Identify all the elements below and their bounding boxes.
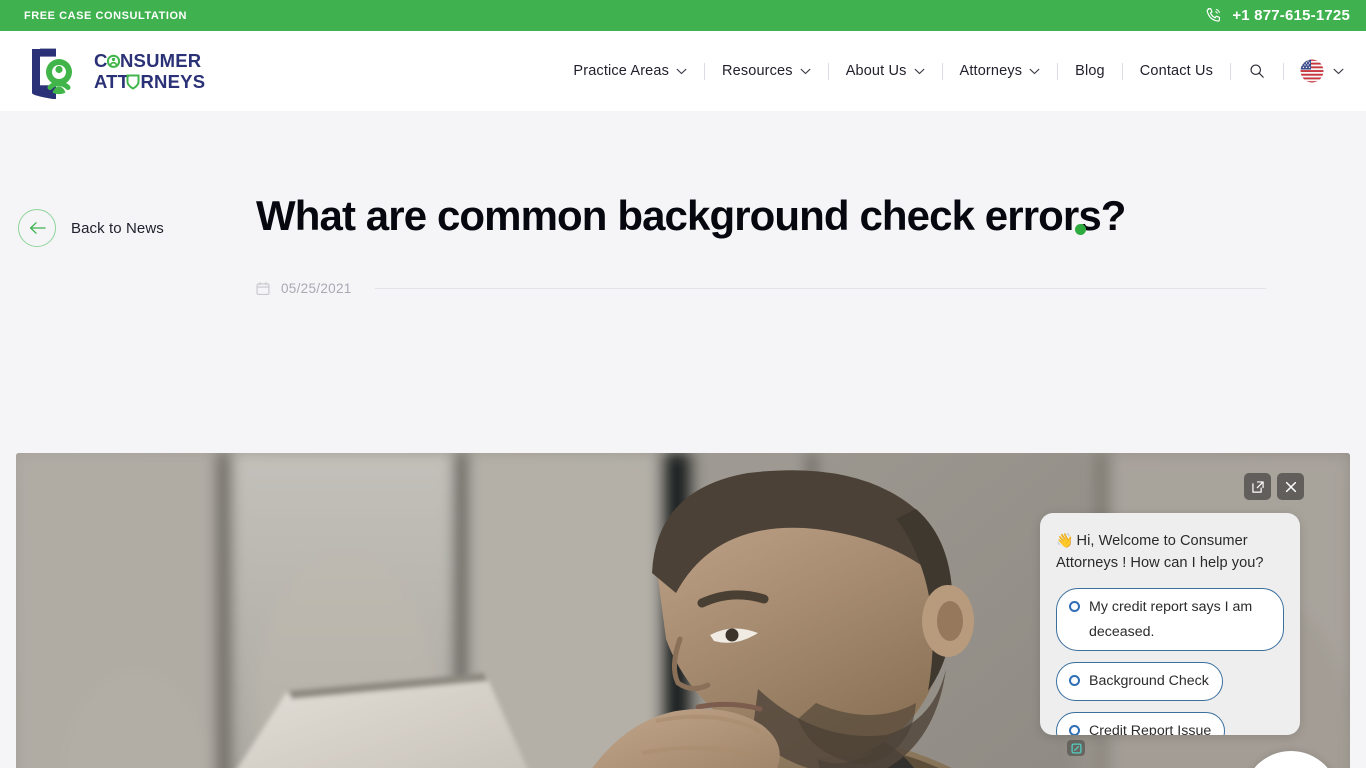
nav-item-about-us[interactable]: About Us [829, 63, 942, 79]
page-content: Back to News What are common background … [0, 111, 1366, 768]
chat-option-label: Background Check [1089, 673, 1209, 690]
chat-quick-replies: My credit report says I am deceased. Bac… [1056, 588, 1284, 735]
chevron-down-icon [800, 68, 811, 74]
chat-action-buttons [1244, 473, 1304, 500]
phone-number: +1 877-615-1725 [1232, 7, 1350, 24]
nav-item-resources[interactable]: Resources [705, 63, 828, 79]
radio-icon [1069, 724, 1080, 735]
chat-widget-panel: 👋 Hi, Welcome to Consumer Attorneys ! How… [1040, 513, 1300, 735]
chat-option-credit-report-issue[interactable]: Credit Report Issue [1056, 711, 1226, 735]
chat-option-label: My credit report says I am deceased. [1089, 599, 1253, 640]
svg-text:C: C [94, 50, 108, 71]
language-selector[interactable] [1284, 59, 1348, 83]
phone-link[interactable]: +1 877-615-1725 [1204, 6, 1350, 25]
calendar-icon [256, 282, 270, 296]
article-meta: 05/25/2021 [256, 281, 1266, 296]
nav-item-contact-us[interactable]: Contact Us [1123, 63, 1230, 79]
chevron-down-icon [676, 68, 687, 74]
resize-icon [1070, 742, 1082, 754]
us-flag-icon [1300, 59, 1324, 83]
close-icon [1285, 481, 1296, 492]
search-icon [1250, 64, 1264, 78]
logo-link[interactable]: C NSUMER ATT RNEYS [26, 43, 224, 99]
back-to-news-label: Back to News [71, 219, 164, 237]
phone-icon [1206, 8, 1221, 22]
page-title: What are common background check errors? [256, 192, 1126, 239]
chat-greeting-row: 👋 Hi, Welcome to Consumer Attorneys ! How… [1056, 530, 1284, 574]
chat-resize-handle[interactable] [1067, 740, 1085, 756]
back-to-news-link[interactable]: Back to News [0, 193, 256, 247]
chat-option-deceased[interactable]: My credit report says I am deceased. [1056, 588, 1284, 652]
site-header: C NSUMER ATT RNEYS Practice Areas Resour… [0, 31, 1366, 111]
brand-wordmark: C NSUMER ATT RNEYS [94, 50, 206, 92]
radio-icon [1069, 675, 1080, 687]
nav-item-blog[interactable]: Blog [1058, 63, 1122, 79]
nav-label: Blog [1075, 63, 1105, 79]
nav-item-practice-areas[interactable]: Practice Areas [556, 63, 704, 79]
chat-close-button[interactable] [1277, 473, 1304, 500]
consumer-attorneys-shield-logo-icon [32, 48, 72, 99]
svg-text:NSUMER: NSUMER [120, 50, 201, 71]
chat-expand-button[interactable] [1244, 473, 1271, 500]
back-arrow-circle [18, 209, 56, 247]
chat-greeting-text: Hi, Welcome to Consumer Attorneys ! How … [1056, 533, 1264, 572]
publish-date: 05/25/2021 [281, 281, 352, 297]
wave-emoji: 👋 [1056, 532, 1074, 548]
meta-divider [374, 288, 1266, 290]
article-header: Back to News What are common background … [0, 111, 1366, 296]
main-navigation: Practice Areas Resources About Us Attorn… [556, 59, 1348, 83]
svg-text:ATT: ATT [94, 71, 130, 92]
chat-option-background-check[interactable]: Background Check [1056, 662, 1223, 701]
nav-label: About Us [845, 63, 907, 79]
nav-label: Resources [722, 63, 793, 79]
top-promo-bar: FREE CASE CONSULTATION +1 877-615-1725 [0, 0, 1366, 31]
nav-label: Contact Us [1139, 63, 1213, 79]
chevron-down-icon [914, 68, 924, 74]
chat-option-label: Credit Report Issue [1089, 722, 1212, 735]
svg-text:RNEYS: RNEYS [141, 71, 206, 92]
external-link-icon [1251, 480, 1264, 493]
arrow-left-icon [29, 222, 46, 234]
green-dot-indicator [1075, 224, 1086, 235]
chevron-down-icon [1029, 68, 1040, 74]
search-button[interactable] [1231, 63, 1283, 79]
nav-label: Attorneys [959, 63, 1023, 79]
article-title-block: What are common background check errors?… [256, 192, 1366, 296]
chevron-down-icon [1333, 68, 1344, 74]
radio-icon [1069, 601, 1080, 613]
free-consultation-label: FREE CASE CONSULTATION [24, 9, 188, 22]
nav-item-attorneys[interactable]: Attorneys [943, 63, 1058, 79]
nav-label: Practice Areas [573, 63, 670, 79]
